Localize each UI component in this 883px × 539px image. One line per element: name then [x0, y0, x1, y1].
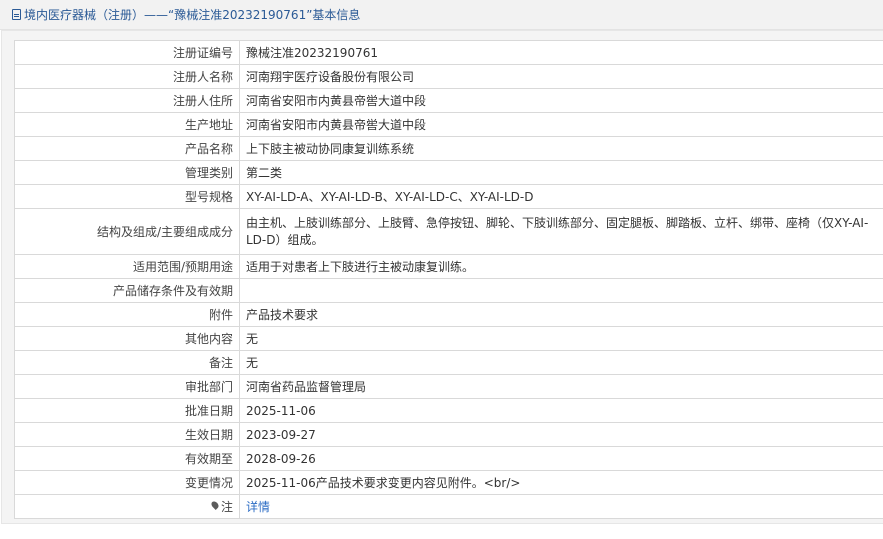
field-label: 批准日期 [14, 398, 240, 423]
table-row: 变更情况 2025-11-06产品技术要求变更内容见附件。<br/> [14, 470, 883, 495]
field-value: 2023-09-27 [239, 422, 883, 447]
field-value: 无 [239, 326, 883, 351]
table-row: 批准日期 2025-11-06 [14, 398, 883, 423]
field-value: 2025-11-06产品技术要求变更内容见附件。<br/> [239, 470, 883, 495]
field-value: 河南省安阳市内黄县帝喾大道中段 [239, 88, 883, 113]
field-value: 河南翔宇医疗设备股份有限公司 [239, 64, 883, 89]
detail-table: 注册证编号 豫械注准20232190761 注册人名称 河南翔宇医疗设备股份有限… [14, 40, 883, 519]
field-label: 注册证编号 [14, 40, 240, 65]
field-value: 无 [239, 350, 883, 375]
field-value: 河南省药品监督管理局 [239, 374, 883, 399]
field-value: XY-AI-LD-A、XY-AI-LD-B、XY-AI-LD-C、XY-AI-L… [239, 184, 883, 209]
field-label: 管理类别 [14, 160, 240, 185]
field-label: 产品储存条件及有效期 [14, 278, 240, 303]
field-value: 2028-09-26 [239, 446, 883, 471]
field-label: 生效日期 [14, 422, 240, 447]
table-row: 型号规格 XY-AI-LD-A、XY-AI-LD-B、XY-AI-LD-C、XY… [14, 184, 883, 209]
field-value: 产品技术要求 [239, 302, 883, 327]
detail-panel: 注册证编号 豫械注准20232190761 注册人名称 河南翔宇医疗设备股份有限… [1, 30, 883, 524]
table-row: 注册人住所 河南省安阳市内黄县帝喾大道中段 [14, 88, 883, 113]
field-label: 产品名称 [14, 136, 240, 161]
table-row: 其他内容 无 [14, 326, 883, 351]
table-row: 有效期至 2028-09-26 [14, 446, 883, 471]
field-value: 河南省安阳市内黄县帝喾大道中段 [239, 112, 883, 137]
field-label: 附件 [14, 302, 240, 327]
field-label: 生产地址 [14, 112, 240, 137]
table-row: 结构及组成/主要组成成分 由主机、上肢训练部分、上肢臂、急停按钮、脚轮、下肢训练… [14, 208, 883, 255]
document-icon [12, 9, 21, 20]
field-value: 上下肢主被动协同康复训练系统 [239, 136, 883, 161]
field-value: 第二类 [239, 160, 883, 185]
details-link[interactable]: 详情 [239, 494, 883, 519]
table-row: 管理类别 第二类 [14, 160, 883, 185]
page-title: 境内医疗器械（注册）——“豫械注准20232190761”基本信息 [24, 8, 361, 22]
table-row: 附件 产品技术要求 [14, 302, 883, 327]
field-label: 变更情况 [14, 470, 240, 495]
field-label: 其他内容 [14, 326, 240, 351]
field-label: 注册人住所 [14, 88, 240, 113]
field-label: 注册人名称 [14, 64, 240, 89]
field-value: 由主机、上肢训练部分、上肢臂、急停按钮、脚轮、下肢训练部分、固定腿板、脚踏板、立… [239, 208, 883, 255]
note-label: 注 [220, 499, 233, 514]
field-label: 型号规格 [14, 184, 240, 209]
table-row: 产品储存条件及有效期 [14, 278, 883, 303]
page-header: 境内医疗器械（注册）——“豫械注准20232190761”基本信息 [0, 0, 883, 30]
field-value: 2025-11-06 [239, 398, 883, 423]
table-row: 注册证编号 豫械注准20232190761 [14, 40, 883, 65]
table-row: 生效日期 2023-09-27 [14, 422, 883, 447]
table-row: 备注 无 [14, 350, 883, 375]
field-value: 适用于对患者上下肢进行主被动康复训练。 [239, 254, 883, 279]
table-row: 审批部门 河南省药品监督管理局 [14, 374, 883, 399]
table-row: 生产地址 河南省安阳市内黄县帝喾大道中段 [14, 112, 883, 137]
table-row: 注册人名称 河南翔宇医疗设备股份有限公司 [14, 64, 883, 89]
field-label: 审批部门 [14, 374, 240, 399]
field-value [239, 278, 883, 303]
pin-icon [210, 500, 220, 510]
table-row: 适用范围/预期用途 适用于对患者上下肢进行主被动康复训练。 [14, 254, 883, 279]
field-label: 有效期至 [14, 446, 240, 471]
page: 境内医疗器械（注册）——“豫械注准20232190761”基本信息 注册证编号 … [0, 0, 883, 539]
table-row: 注 详情 [14, 494, 883, 519]
field-label: 结构及组成/主要组成成分 [14, 208, 240, 255]
table-row: 产品名称 上下肢主被动协同康复训练系统 [14, 136, 883, 161]
field-label: 备注 [14, 350, 240, 375]
note-label-cell: 注 [14, 494, 240, 519]
field-label: 适用范围/预期用途 [14, 254, 240, 279]
field-value: 豫械注准20232190761 [239, 40, 883, 65]
